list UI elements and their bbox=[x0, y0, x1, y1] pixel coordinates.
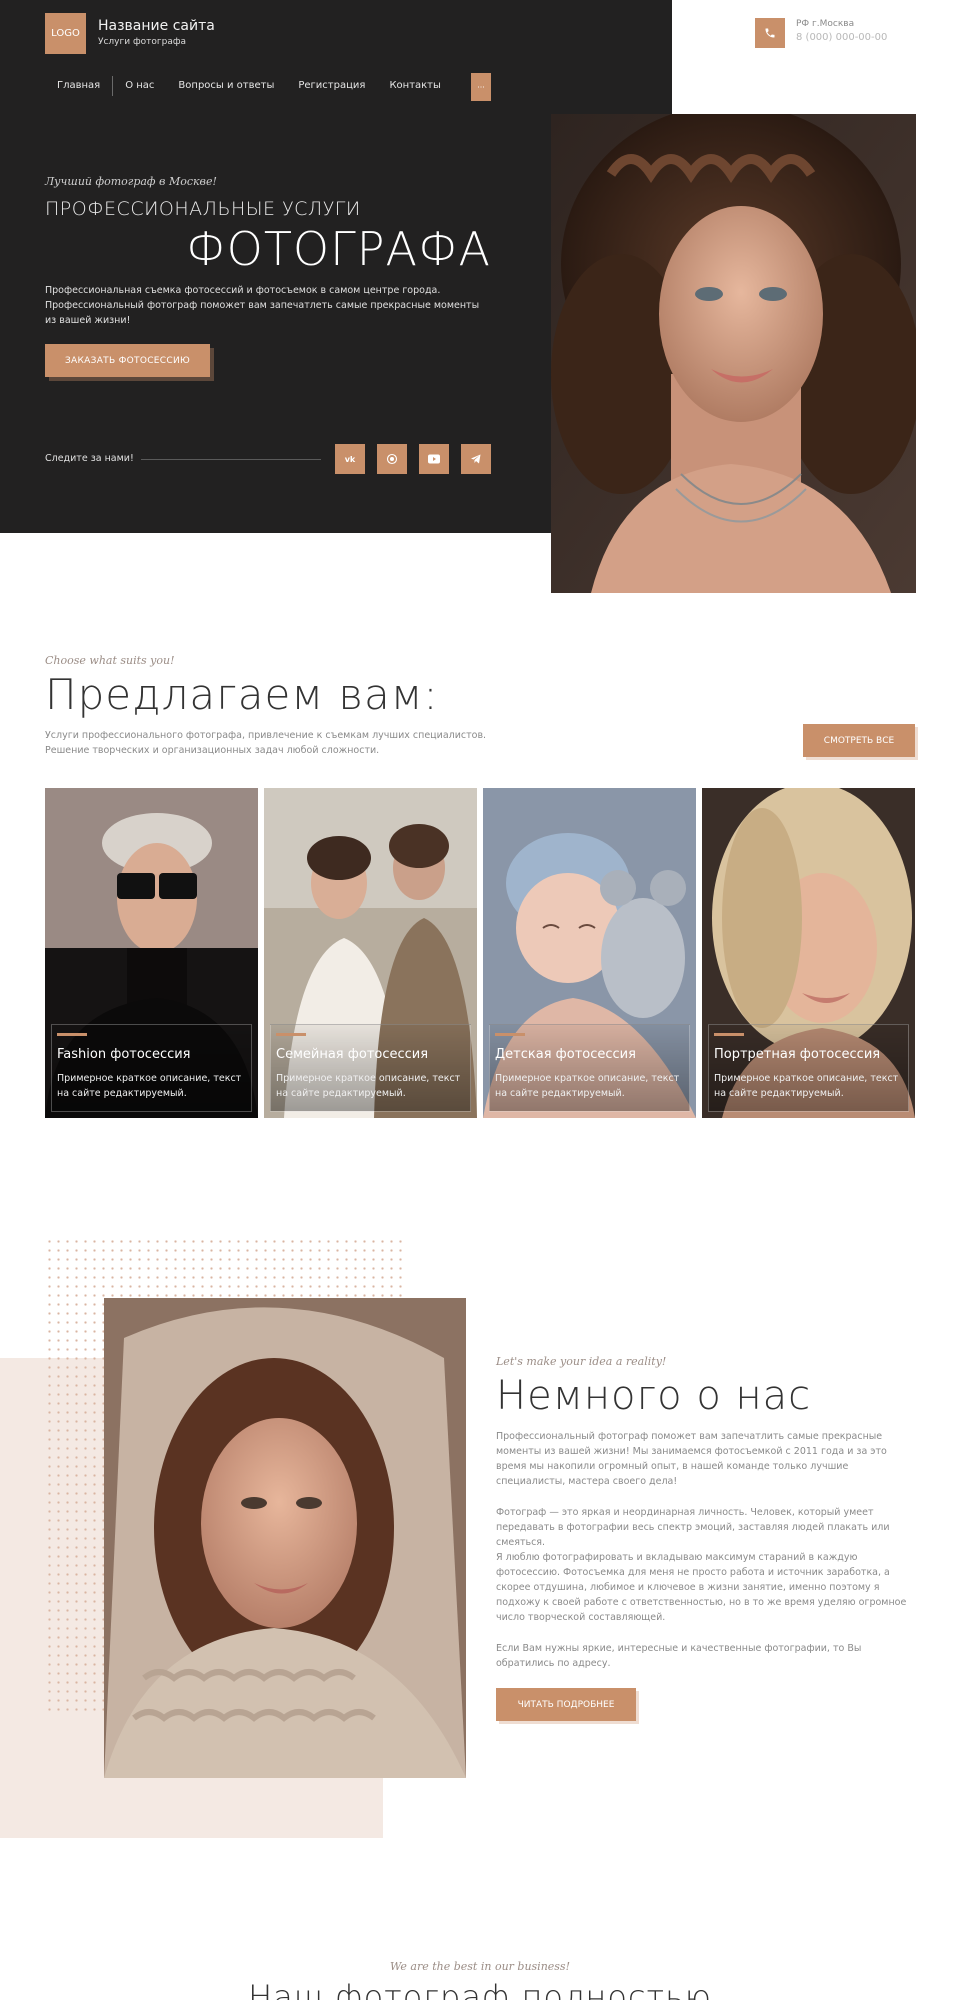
offers-description: Услуги профессионального фотографа, прив… bbox=[45, 730, 487, 756]
offers-tagline: Choose what suits you! bbox=[45, 654, 175, 667]
nav-item-register[interactable]: Регистрация bbox=[286, 76, 377, 96]
hero-title-line1: ПРОФЕССИОНАЛЬНЫЕ УСЛУГИ bbox=[45, 198, 361, 220]
nav-more-button[interactable]: ··· bbox=[471, 73, 491, 101]
site-subtitle: Услуги фотографа bbox=[98, 37, 187, 47]
next-section-tagline: We are the best in our business! bbox=[389, 1960, 571, 1973]
view-all-button[interactable]: СМОТРЕТЬ ВСЕ bbox=[803, 724, 915, 757]
service-card-family[interactable]: Семейная фотосессия Примерное краткое оп… bbox=[264, 788, 477, 1118]
service-card-portrait[interactable]: Портретная фотосессия Примерное краткое … bbox=[702, 788, 915, 1118]
vk-icon[interactable]: vk bbox=[335, 444, 365, 474]
card-title: Детская фотосессия bbox=[495, 1047, 636, 1062]
nav-item-contacts[interactable]: Контакты bbox=[377, 76, 452, 96]
card-description: Примерное краткое описание, текст на сай… bbox=[714, 1073, 899, 1099]
about-paragraph: Фотограф — это яркая и неординарная личн… bbox=[496, 1507, 890, 1548]
about-paragraph: Если Вам нужны яркие, интересные и качес… bbox=[496, 1643, 862, 1669]
card-description: Примерное краткое описание, текст на сай… bbox=[57, 1073, 242, 1099]
site-logo[interactable]: LOGO bbox=[45, 13, 86, 54]
dots-icon: ··· bbox=[477, 82, 485, 92]
service-card-fashion[interactable]: Fashion фотосессия Примерное краткое опи… bbox=[45, 788, 258, 1118]
telegram-icon[interactable] bbox=[461, 444, 491, 474]
read-more-button[interactable]: ЧИТАТЬ ПОДРОБНЕЕ bbox=[496, 1688, 636, 1721]
card-title: Fashion фотосессия bbox=[57, 1047, 191, 1062]
service-card-kids[interactable]: Детская фотосессия Примерное краткое опи… bbox=[483, 788, 696, 1118]
contact-phone[interactable]: 8 (000) 000-00-00 bbox=[796, 32, 887, 43]
hero-description: Профессиональная съемка фотосессий и фот… bbox=[45, 285, 480, 326]
accent-bar bbox=[714, 1033, 744, 1036]
card-description: Примерное краткое описание, текст на сай… bbox=[276, 1073, 461, 1099]
whatsapp-icon[interactable] bbox=[377, 444, 407, 474]
contact-city: РФ г.Москва bbox=[796, 19, 855, 29]
about-paragraph: Я люблю фотографировать и вкладываю макс… bbox=[496, 1552, 907, 1623]
next-section-title: Наш фотограф полностью bbox=[248, 1978, 712, 2000]
card-description: Примерное краткое описание, текст на сай… bbox=[495, 1073, 680, 1099]
accent-bar bbox=[57, 1033, 87, 1036]
site-name: Название сайта bbox=[98, 18, 215, 34]
about-paragraph: Профессиональный фотограф поможет вам за… bbox=[496, 1431, 887, 1487]
accent-bar bbox=[276, 1033, 306, 1036]
about-portrait-image bbox=[104, 1298, 466, 1778]
order-photoshoot-button[interactable]: ЗАКАЗАТЬ ФОТОСЕССИЮ bbox=[45, 344, 210, 377]
about-tagline: Let's make your idea a reality! bbox=[496, 1355, 667, 1368]
phone-icon[interactable] bbox=[755, 18, 785, 48]
hero-portrait-image bbox=[551, 114, 916, 593]
offers-title: Предлагаем вам: bbox=[45, 670, 439, 719]
main-nav: Главная О нас Вопросы и ответы Регистрац… bbox=[45, 76, 453, 96]
card-title: Портретная фотосессия bbox=[714, 1047, 881, 1062]
about-title: Немного о нас bbox=[496, 1373, 812, 1419]
nav-item-home[interactable]: Главная bbox=[45, 76, 114, 96]
youtube-icon[interactable] bbox=[419, 444, 449, 474]
card-title: Семейная фотосессия bbox=[276, 1047, 429, 1062]
hero-title-line2: ФОТОГРАФА bbox=[186, 222, 491, 276]
nav-item-faq[interactable]: Вопросы и ответы bbox=[166, 76, 286, 96]
nav-item-about[interactable]: О нас bbox=[113, 76, 166, 96]
divider bbox=[141, 459, 321, 460]
follow-label: Следите за нами! bbox=[45, 453, 134, 464]
accent-bar bbox=[495, 1033, 525, 1036]
hero-tagline: Лучший фотограф в Москве! bbox=[45, 175, 217, 188]
